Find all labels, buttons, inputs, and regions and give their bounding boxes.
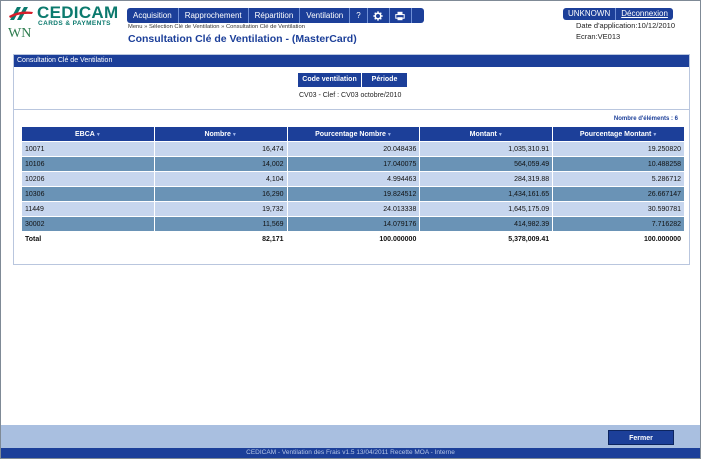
criteria-value: CV03 - Clef : CV03 octobre/2010 <box>299 92 402 99</box>
cell-pourcentage-nombre: 14.079176 <box>286 216 421 232</box>
divider <box>14 109 689 110</box>
cell-pourcentage-montant: 30.590781 <box>552 201 685 217</box>
breadcrumb: Menu » Sélection Clé de Ventilation » Co… <box>128 24 305 30</box>
consultation-panel: Consultation Clé de Ventilation Code ven… <box>13 54 690 265</box>
column-header-montant[interactable]: Montant▼ <box>419 126 554 142</box>
cell-ebca: 10206 <box>21 171 155 187</box>
sort-icon: ▼ <box>652 131 658 138</box>
status-bar: CEDICAM - Ventilation des Frais v1.5 13/… <box>1 448 700 458</box>
total-pourcentage-montant: 100.000000 <box>552 231 685 248</box>
total-nombre: 82,171 <box>153 231 288 248</box>
cedicam-logo-icon <box>9 7 33 20</box>
table-header-row: EBCA▼ Nombre▼ Pourcentage Nombre▼ Montan… <box>21 126 685 142</box>
menu-item-rapprochement[interactable]: Rapprochement <box>179 8 249 23</box>
application-date: Date d'application:10/12/2010 <box>576 21 676 30</box>
cell-ebca: 11449 <box>21 201 155 217</box>
ventilation-table: EBCA▼ Nombre▼ Pourcentage Nombre▼ Montan… <box>21 126 685 248</box>
cell-ebca: 10306 <box>21 186 155 202</box>
sort-icon: ▼ <box>231 131 237 138</box>
column-header-pourcentage-montant[interactable]: Pourcentage Montant▼ <box>552 126 685 142</box>
cell-nombre: 4,104 <box>153 171 288 187</box>
cell-nombre: 16,290 <box>153 186 288 202</box>
cell-ebca: 10106 <box>21 156 155 172</box>
criteria-col-period: Période <box>362 73 407 87</box>
user-bar: UNKNOWN Déconnexion <box>563 8 673 20</box>
username: UNKNOWN <box>568 9 611 18</box>
brand-tagline: CARDS & PAYMENTS <box>38 20 111 27</box>
cell-pourcentage-nombre: 20.048436 <box>286 141 421 157</box>
table-row: 10071 16,474 20.048436 1,035,310.91 19.2… <box>21 141 685 157</box>
logout-link[interactable]: Déconnexion <box>615 8 673 20</box>
column-header-pourcentage-nombre[interactable]: Pourcentage Nombre▼ <box>286 126 421 142</box>
cell-pourcentage-nombre: 17.040075 <box>286 156 421 172</box>
page-title: Consultation Clé de Ventilation - (Maste… <box>128 33 357 45</box>
footer-band <box>1 425 700 448</box>
app-header: CEDICAM CARDS & PAYMENTS WN Acquisition … <box>1 1 700 51</box>
menu-item-help[interactable]: ? <box>350 8 368 23</box>
cell-montant: 414,982.39 <box>419 216 554 232</box>
cell-nombre: 16,474 <box>153 141 288 157</box>
criteria-col-code: Code ventilation <box>298 73 362 87</box>
cell-pourcentage-montant: 10.488258 <box>552 156 685 172</box>
cell-nombre: 11,569 <box>153 216 288 232</box>
sort-icon: ▼ <box>386 131 392 138</box>
gear-icon <box>373 10 383 21</box>
column-header-nombre[interactable]: Nombre▼ <box>153 126 288 142</box>
cell-pourcentage-montant: 26.667147 <box>552 186 685 202</box>
column-header-ebca[interactable]: EBCA▼ <box>21 126 155 142</box>
cell-montant: 564,059.49 <box>419 156 554 172</box>
cell-montant: 1,434,161.65 <box>419 186 554 202</box>
cell-pourcentage-nombre: 24.013338 <box>286 201 421 217</box>
printer-icon <box>395 11 405 20</box>
cell-nombre: 19,732 <box>153 201 288 217</box>
cell-ebca: 10071 <box>21 141 155 157</box>
menu-item-acquisition[interactable]: Acquisition <box>127 8 179 23</box>
cell-pourcentage-montant: 5.286712 <box>552 171 685 187</box>
cell-montant: 1,035,310.91 <box>419 141 554 157</box>
table-row: 10206 4,104 4.994463 284,319.88 5.286712 <box>21 171 685 187</box>
main-menu: Acquisition Rapprochement Répartition Ve… <box>127 8 424 23</box>
settings-button[interactable] <box>368 8 390 23</box>
print-button[interactable] <box>390 8 412 23</box>
cell-pourcentage-nombre: 4.994463 <box>286 171 421 187</box>
cell-pourcentage-nombre: 19.824512 <box>286 186 421 202</box>
criteria-block: Code ventilation Période CV03 - Clef : C… <box>298 73 407 99</box>
table-total-row: Total 82,171 100.000000 5,378,009.41 100… <box>21 231 685 248</box>
menu-item-repartition[interactable]: Répartition <box>249 8 301 23</box>
sort-icon: ▼ <box>95 131 101 138</box>
criteria-header: Code ventilation Période <box>298 73 407 87</box>
cell-pourcentage-montant: 19.250820 <box>552 141 685 157</box>
menu-item-ventilation[interactable]: Ventilation <box>300 8 351 23</box>
panel-title: Consultation Clé de Ventilation <box>14 55 689 67</box>
cell-montant: 1,645,175.09 <box>419 201 554 217</box>
close-button[interactable]: Fermer <box>608 430 674 445</box>
cedicam-logo: CEDICAM CARDS & PAYMENTS <box>7 3 125 27</box>
table-row: 10306 16,290 19.824512 1,434,161.65 26.6… <box>21 186 685 202</box>
total-label: Total <box>21 231 155 248</box>
table-row: 11449 19,732 24.013338 1,645,175.09 30.5… <box>21 201 685 217</box>
table-row: 10106 14,002 17.040075 564,059.49 10.488… <box>21 156 685 172</box>
brand-initials: WN <box>8 26 32 41</box>
table-row: 30002 11,569 14.079176 414,982.39 7.7162… <box>21 216 685 232</box>
cell-ebca: 30002 <box>21 216 155 232</box>
element-count: Nombre d'éléments : 6 <box>613 116 678 122</box>
total-montant: 5,378,009.41 <box>419 231 554 248</box>
cell-montant: 284,319.88 <box>419 171 554 187</box>
sort-icon: ▼ <box>497 131 503 138</box>
screen-code: Ecran:VE013 <box>576 32 621 41</box>
cell-nombre: 14,002 <box>153 156 288 172</box>
cell-pourcentage-montant: 7.716282 <box>552 216 685 232</box>
total-pourcentage-nombre: 100.000000 <box>286 231 421 248</box>
menu-end-cap <box>412 8 424 23</box>
